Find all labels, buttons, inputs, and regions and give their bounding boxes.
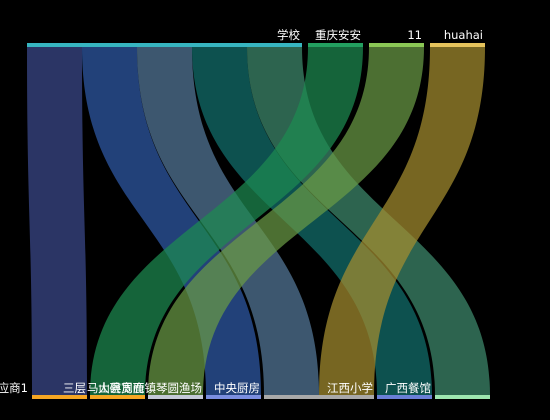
node-label-supplier-1: 应商1 bbox=[0, 381, 28, 395]
node-label-jiangxi-primary-school: 江西小学 bbox=[327, 381, 373, 395]
node-eleven[interactable] bbox=[369, 43, 424, 47]
node-supplier-1[interactable] bbox=[32, 395, 87, 399]
node-jiangxi-primary-school[interactable] bbox=[377, 395, 432, 399]
node-three-floors[interactable] bbox=[90, 395, 145, 399]
node-mashan-fishery[interactable] bbox=[206, 395, 261, 399]
node-label-chongqing-anan: 重庆安安 bbox=[315, 28, 361, 42]
node-school[interactable] bbox=[27, 43, 302, 47]
sankey-chart: 学校 重庆安安 11 huahai应商1 三层 大碗宽面马山县周鹿镇琴圆渔场 中央厨房 江西小… bbox=[0, 28, 490, 399]
node-label-eleven: 11 bbox=[407, 28, 422, 42]
sankey-links bbox=[27, 47, 490, 395]
node-label-three-floors: 三层 bbox=[63, 381, 86, 395]
node-label-huahai: huahai bbox=[444, 28, 483, 42]
node-label-mashan-fishery: 马山县周鹿镇琴圆渔场 bbox=[87, 381, 202, 395]
node-huahai[interactable] bbox=[430, 43, 485, 47]
node-label-central-kitchen: 中央厨房 bbox=[214, 381, 260, 395]
node-big-bowl-noodles[interactable] bbox=[148, 395, 203, 399]
link-school-to-supplier-1[interactable] bbox=[27, 47, 87, 395]
node-label-school: 学校 bbox=[277, 28, 300, 42]
node-guangxi-restaurant[interactable] bbox=[435, 395, 490, 399]
node-central-kitchen[interactable] bbox=[264, 395, 374, 399]
node-label-guangxi-restaurant: 广西餐馆 bbox=[385, 381, 431, 395]
node-chongqing-anan[interactable] bbox=[308, 43, 363, 47]
